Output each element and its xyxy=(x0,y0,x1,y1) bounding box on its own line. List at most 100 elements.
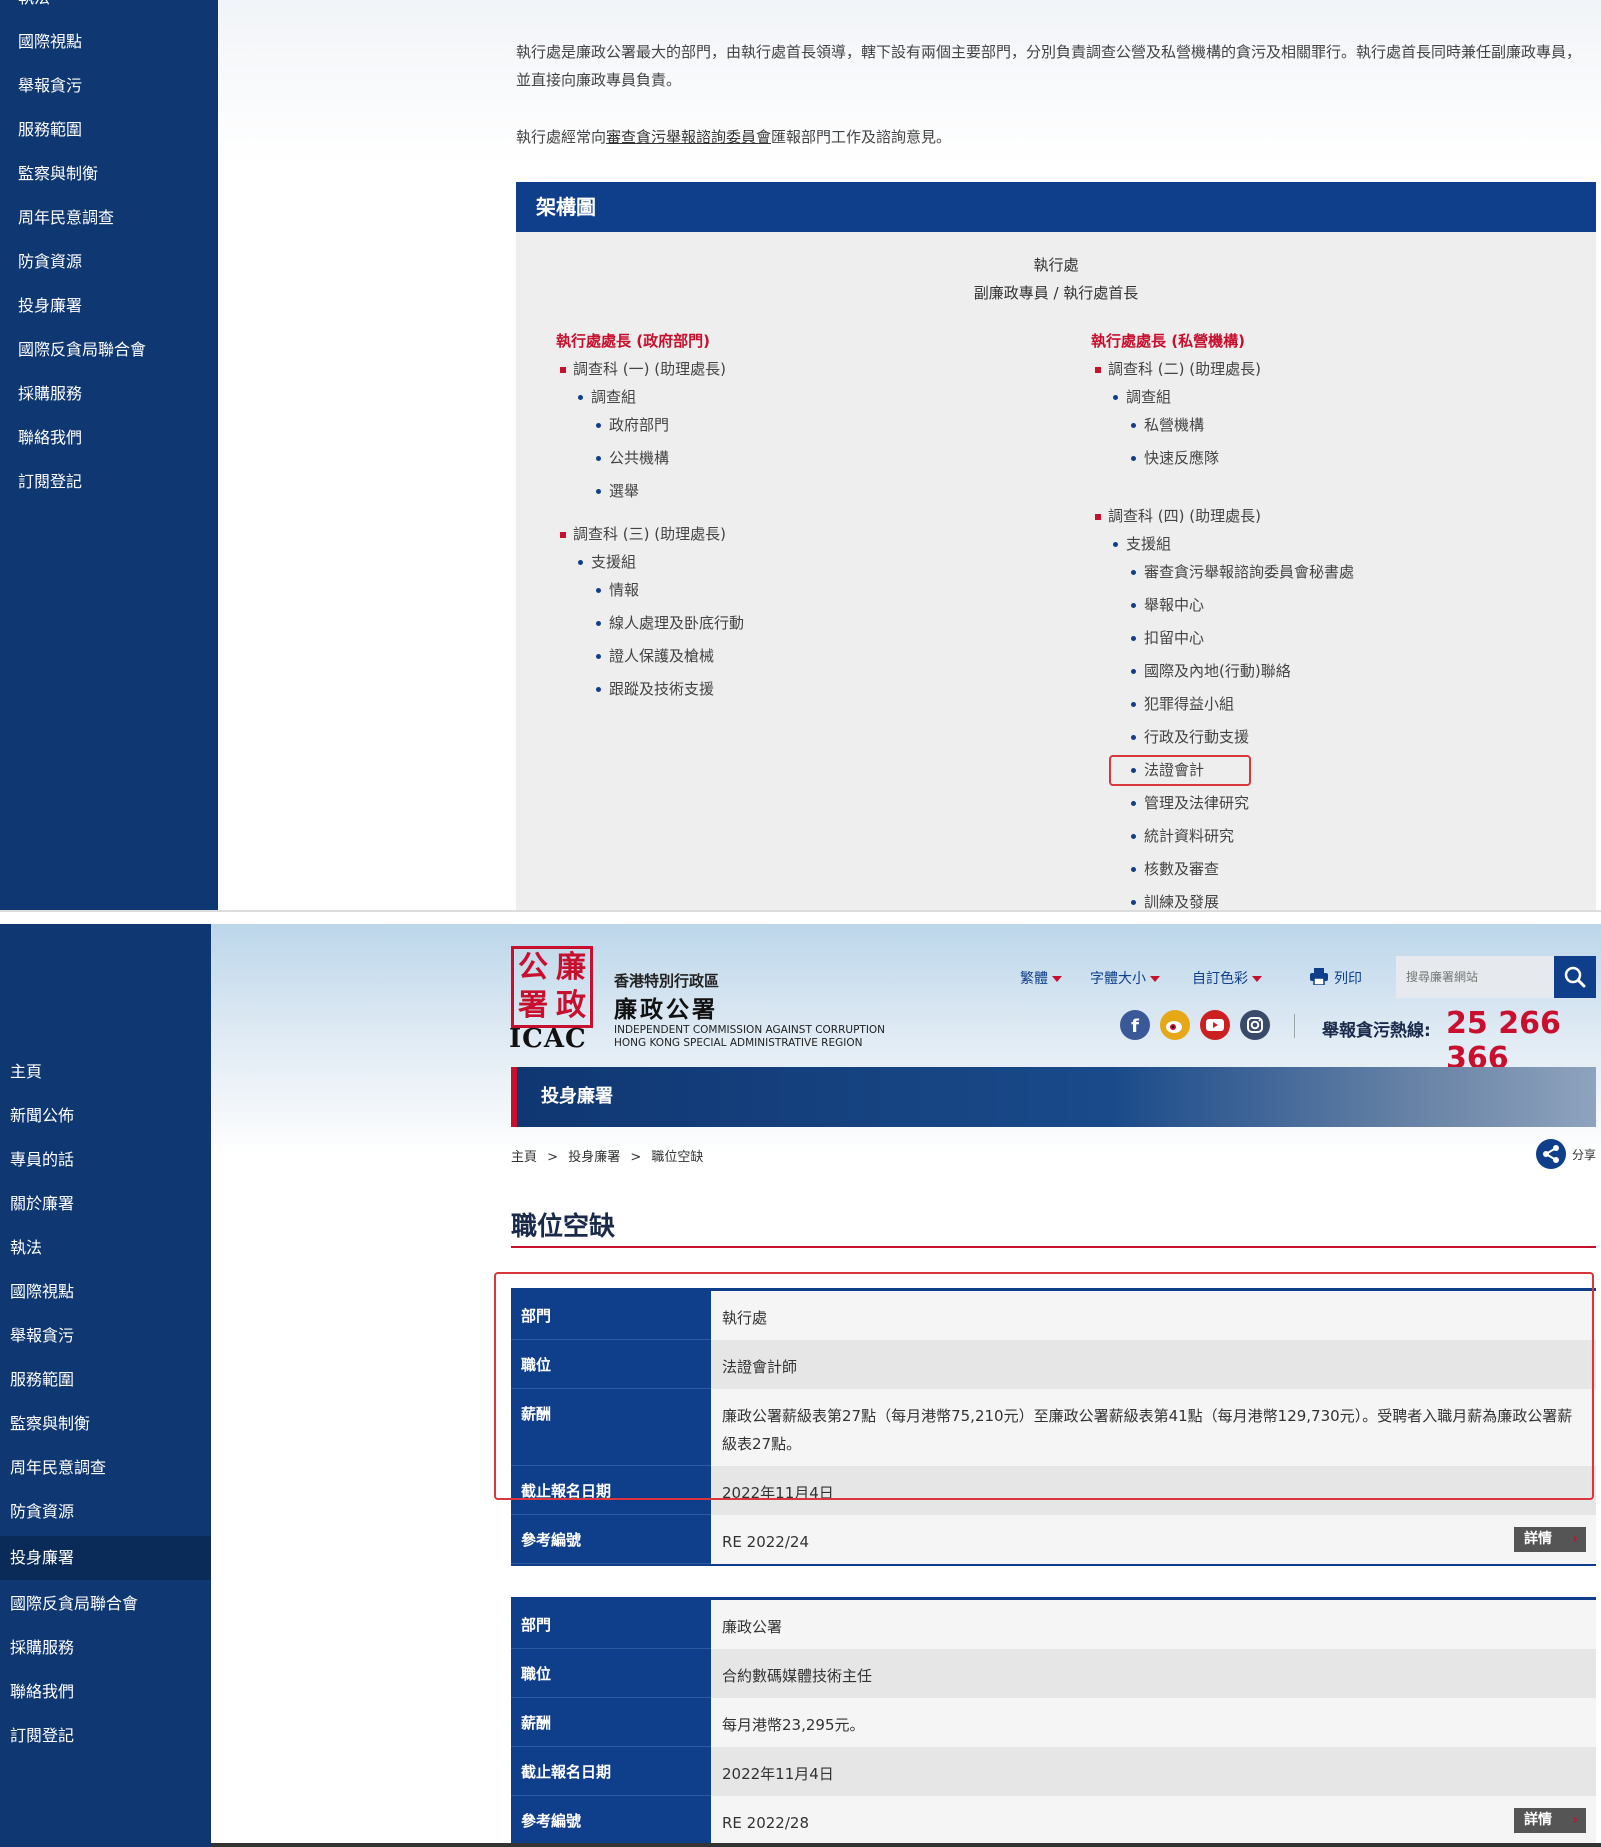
sidebar-item-report-corruption[interactable]: 舉報貪污 xyxy=(0,1316,211,1356)
banner-title: 投身廉署 xyxy=(541,1086,613,1107)
sidebar-item-international[interactable]: 國際視點 xyxy=(0,22,218,62)
sidebar-item-annual-survey[interactable]: 周年民意調查 xyxy=(0,1448,211,1488)
sidebar-item-iaaca[interactable]: 國際反貪局聯合會 xyxy=(0,1584,211,1624)
row-label: 職位 xyxy=(511,1649,711,1698)
org-chart: 架構圖 執行處 副廉政專員 / 執行處首長 執行處處長 (政府部門) 調查科 (… xyxy=(516,182,1596,910)
breadcrumb-home[interactable]: 主頁 xyxy=(511,1150,537,1165)
title-divider xyxy=(511,1246,1596,1248)
sidebar-item-services[interactable]: 服務範圍 xyxy=(0,110,218,150)
chevron-right-icon: › xyxy=(1572,1812,1578,1828)
sidebar-item-contact[interactable]: 聯絡我們 xyxy=(0,418,218,458)
sidebar-item-enforcement[interactable]: 執法 xyxy=(0,0,218,18)
sidebar-item-procurement[interactable]: 採購服務 xyxy=(0,374,218,414)
sidebar-item-home[interactable]: 主頁 xyxy=(0,1052,211,1092)
sidebar-item-annual-survey[interactable]: 周年民意調查 xyxy=(0,198,218,238)
org-right-item: 審查貪污舉報諮詢委員會秘書處 xyxy=(1131,561,1354,582)
row-value: 每月港幣23,295元。 xyxy=(711,1698,1596,1747)
org-left-item: 跟蹤及技術支援 xyxy=(596,678,714,699)
sidebar-item-subscribe[interactable]: 訂閱登記 xyxy=(0,1716,211,1756)
row-value: RE 2022/24 xyxy=(711,1515,1596,1564)
org-left-group-3: 支援組 xyxy=(578,551,636,572)
sidebar-item-resources[interactable]: 防貪資源 xyxy=(0,242,218,282)
org-left-item: 線人處理及卧底行動 xyxy=(596,612,744,633)
org-left-item: 公共機構 xyxy=(596,447,669,468)
share-icon[interactable] xyxy=(1536,1139,1566,1169)
org-chart-header: 架構圖 xyxy=(516,182,1596,232)
icac-logo-wordmark: ICAC xyxy=(509,1024,587,1054)
bottom-screenshot-pane: 主頁 新聞公佈 專員的話 關於廉署 執法 國際視點 舉報貪污 服務範圍 監察與制… xyxy=(0,924,1601,1847)
org-right-item: 核數及審查 xyxy=(1131,858,1219,879)
org-right-item: 舉報中心 xyxy=(1131,594,1204,615)
org-left-branch-3: 調查科 (三) (助理處長) xyxy=(560,523,726,544)
page-title: 職位空缺 xyxy=(511,1212,616,1242)
breadcrumb-separator: > xyxy=(630,1150,642,1165)
org-right-title: 執行處處長 (私營機構) xyxy=(1091,332,1245,350)
sidebar-item-procurement[interactable]: 採購服務 xyxy=(0,1628,211,1668)
logo-text-english-1: INDEPENDENT COMMISSION AGAINST CORRUPTIO… xyxy=(614,1024,886,1036)
sidebar-item-subscribe[interactable]: 訂閱登記 xyxy=(0,462,218,502)
details-button[interactable]: 詳情 › xyxy=(1514,1808,1586,1833)
sidebar-item-report-corruption[interactable]: 舉報貪污 xyxy=(0,66,218,106)
sidebar-nav: 主頁 新聞公佈 專員的話 關於廉署 執法 國際視點 舉報貪污 服務範圍 監察與制… xyxy=(0,924,211,1847)
sidebar-item-checks-balances[interactable]: 監察與制衡 xyxy=(0,154,218,194)
sidebar-item-iaaca[interactable]: 國際反貪局聯合會 xyxy=(0,330,218,370)
search-icon xyxy=(1564,966,1586,988)
row-label: 薪酬 xyxy=(511,1698,711,1747)
facebook-icon[interactable]: f xyxy=(1120,1010,1150,1040)
sidebar-item-careers[interactable]: 投身廉署 xyxy=(0,286,218,326)
chevron-down-icon xyxy=(1052,976,1062,982)
row-label: 參考編號 xyxy=(511,1796,711,1845)
weibo-icon[interactable] xyxy=(1160,1010,1190,1040)
committee-link[interactable]: 審查貪污舉報諮詢委員會 xyxy=(606,128,771,146)
hotline-label: 舉報貪污熱線: xyxy=(1322,1021,1431,1041)
logo-text-english-2: HONG KONG SPECIAL ADMINISTRATIVE REGION xyxy=(614,1037,863,1049)
share-label[interactable]: 分享 xyxy=(1572,1146,1596,1163)
org-right-branch-4: 調查科 (四) (助理處長) xyxy=(1095,505,1261,526)
row-value: RE 2022/28 xyxy=(711,1796,1596,1845)
org-left-title: 執行處處長 (政府部門) xyxy=(556,332,710,350)
youtube-icon[interactable] xyxy=(1200,1010,1230,1040)
printer-icon[interactable] xyxy=(1310,968,1328,985)
job-row-position: 職位 合約數碼媒體技術主任 xyxy=(511,1649,1596,1698)
org-right-item: 犯罪得益小組 xyxy=(1131,693,1234,714)
svg-text:f: f xyxy=(1131,1016,1139,1037)
details-button[interactable]: 詳情 › xyxy=(1514,1527,1586,1552)
row-value: 2022年11月4日 xyxy=(711,1747,1596,1796)
sidebar-item-checks-balances[interactable]: 監察與制衡 xyxy=(0,1404,211,1444)
job-row-reference: 參考編號 RE 2022/28 詳情 › xyxy=(511,1796,1596,1845)
icac-logo-mark[interactable]: 廉 政 公 署 xyxy=(511,946,593,1028)
sidebar-item-international[interactable]: 國際視點 xyxy=(0,1272,211,1312)
sidebar-item-resources[interactable]: 防貪資源 xyxy=(0,1492,211,1532)
section-banner: 投身廉署 xyxy=(511,1067,1596,1127)
search-input[interactable] xyxy=(1396,956,1554,998)
sidebar-item-contact[interactable]: 聯絡我們 xyxy=(0,1672,211,1712)
language-selector[interactable]: 繁體 xyxy=(1020,968,1062,988)
instagram-icon[interactable] xyxy=(1240,1010,1270,1040)
sidebar-item-enforcement[interactable]: 執法 xyxy=(0,1228,211,1268)
row-value: 合約數碼媒體技術主任 xyxy=(711,1649,1596,1698)
sidebar-item-about[interactable]: 關於廉署 xyxy=(0,1184,211,1224)
font-size-selector[interactable]: 字體大小 xyxy=(1090,968,1160,988)
breadcrumb-careers[interactable]: 投身廉署 xyxy=(568,1150,620,1165)
square-bullet-icon xyxy=(560,366,566,373)
org-top-subtitle: 副廉政專員 / 執行處首長 xyxy=(973,284,1139,302)
org-right-item: 快速反應隊 xyxy=(1131,447,1219,468)
search-button[interactable] xyxy=(1554,956,1596,998)
hotline-number[interactable]: 25 266 366 xyxy=(1446,1006,1601,1076)
sidebar-item-press[interactable]: 新聞公佈 xyxy=(0,1096,211,1136)
chevron-down-icon xyxy=(1252,976,1262,982)
org-right-item: 行政及行動支援 xyxy=(1131,726,1249,747)
highlight-box xyxy=(1109,755,1251,786)
sidebar-nav: 執法 國際視點 舉報貪污 服務範圍 監察與制衡 周年民意調查 防貪資源 投身廉署… xyxy=(0,0,218,910)
intro-text-before: 執行處經常向 xyxy=(516,128,607,146)
org-left-item: 選舉 xyxy=(596,480,639,501)
sidebar-item-commissioner[interactable]: 專員的話 xyxy=(0,1140,211,1180)
org-left-group-1: 調查組 xyxy=(578,386,636,407)
org-right-branch-2: 調查科 (二) (助理處長) xyxy=(1095,358,1261,379)
org-left-item: 情報 xyxy=(596,579,639,600)
print-button[interactable]: 列印 xyxy=(1334,968,1362,988)
color-selector[interactable]: 自訂色彩 xyxy=(1192,968,1262,988)
horizontal-scrollbar[interactable] xyxy=(211,1843,1601,1847)
sidebar-item-careers[interactable]: 投身廉署 xyxy=(0,1536,211,1580)
sidebar-item-services[interactable]: 服務範圍 xyxy=(0,1360,211,1400)
